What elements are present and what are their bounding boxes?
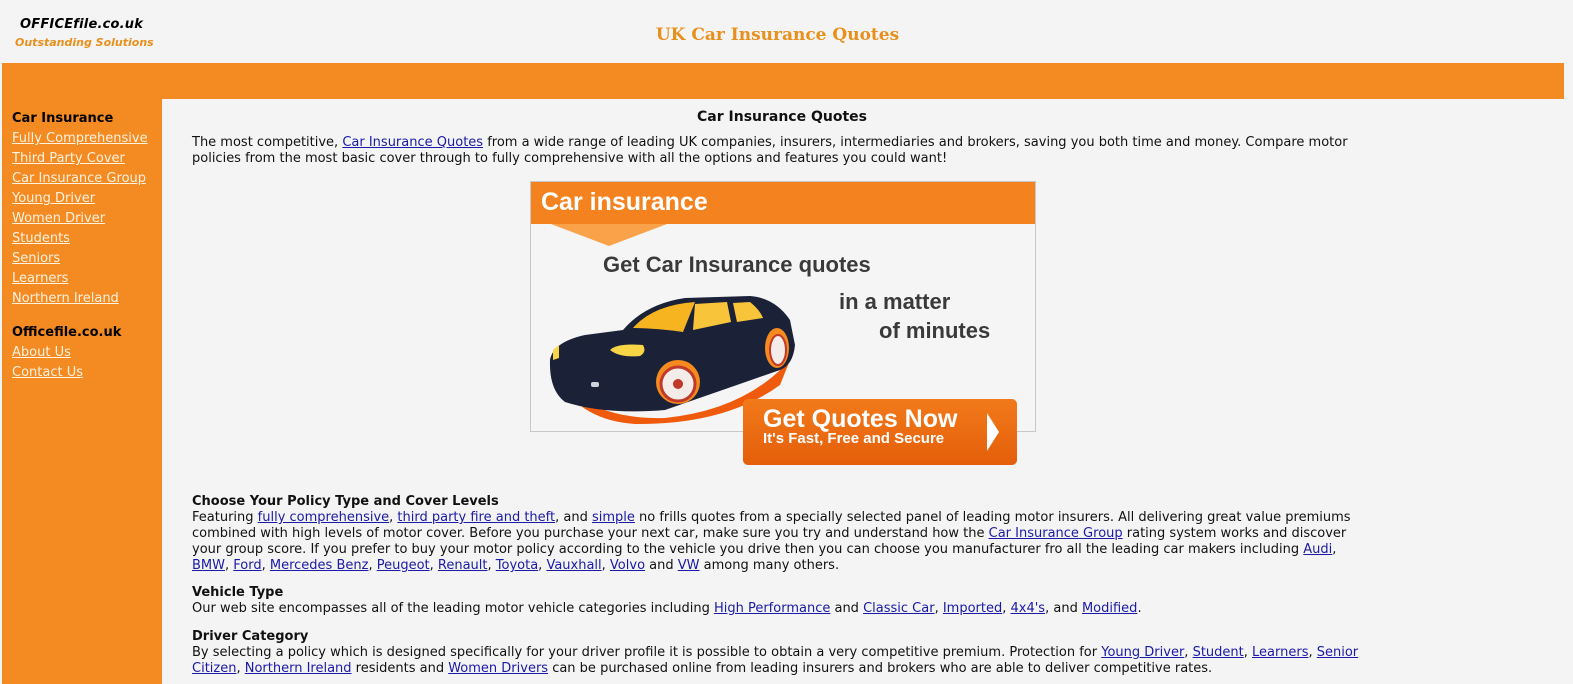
vehicle-section: Vehicle Type Our web site encompasses al… (192, 585, 1372, 617)
maker-link-toyota[interactable]: Toyota (496, 558, 538, 573)
text: , and (555, 510, 592, 525)
banner-tagline: Get Car Insurance quotes (603, 252, 871, 277)
third-party-fire-theft-link[interactable]: third party fire and theft (397, 510, 555, 525)
separator: , (1332, 542, 1337, 557)
sidebar-item-northern-ireland[interactable]: Northern Ireland (12, 291, 162, 311)
intro-paragraph: The most competitive, Car Insurance Quot… (192, 135, 1372, 167)
vehicle-heading: Vehicle Type (192, 585, 284, 600)
high-performance-link[interactable]: High Performance (714, 601, 830, 616)
sidebar: Car Insurance Fully Comprehensive Third … (2, 99, 162, 684)
sidebar-item-contact-us[interactable]: Contact Us (12, 365, 162, 385)
maker-link-peugeot[interactable]: Peugeot (377, 558, 430, 573)
separator: , (1002, 601, 1011, 616)
maker-link-ford[interactable]: Ford (233, 558, 261, 573)
sidebar-item-young-driver[interactable]: Young Driver (12, 191, 162, 211)
sidebar-heading-car-insurance: Car Insurance (12, 111, 114, 126)
separator: , (601, 558, 610, 573)
separator: , (934, 601, 943, 616)
text: among many others. (699, 558, 840, 573)
intro-text: The most competitive, (192, 135, 343, 150)
text: and (830, 601, 864, 616)
women-drivers-link[interactable]: Women Drivers (448, 661, 548, 676)
text: Our web site encompasses all of the lead… (192, 601, 714, 616)
banner-pointer-shape (551, 224, 667, 246)
maker-link-mercedes-benz[interactable]: Mercedes Benz (270, 558, 369, 573)
driver-heading: Driver Category (192, 629, 309, 644)
northern-ireland-link[interactable]: Northern Ireland (245, 661, 352, 676)
maker-link-audi[interactable]: Audi (1303, 542, 1332, 557)
main-content: Car Insurance Quotes The most competitiv… (162, 99, 1573, 684)
separator: , (1308, 645, 1317, 660)
driver-paragraph: By selecting a policy which is designed … (192, 645, 1372, 677)
separator: , (368, 558, 377, 573)
sidebar-item-fully-comprehensive[interactable]: Fully Comprehensive (12, 131, 162, 151)
sidebar-item-women-driver[interactable]: Women Driver (12, 211, 162, 231)
policy-paragraph: Featuring fully comprehensive, third par… (192, 510, 1372, 574)
text: , and (1045, 601, 1082, 616)
fully-comprehensive-link[interactable]: fully comprehensive (258, 510, 390, 525)
sidebar-item-seniors[interactable]: Seniors (12, 251, 162, 271)
car-front-hub (673, 379, 683, 389)
page-title: Car Insurance Quotes (697, 109, 867, 125)
modified-link[interactable]: Modified (1082, 601, 1137, 616)
site-title: UK Car Insurance Quotes (655, 25, 900, 45)
4x4-link[interactable]: 4x4's (1011, 601, 1046, 616)
imported-link[interactable]: Imported (943, 601, 1002, 616)
maker-link-renault[interactable]: Renault (438, 558, 488, 573)
maker-link-volvo[interactable]: Volvo (610, 558, 645, 573)
sidebar-heading-officefile: Officefile.co.uk (12, 325, 122, 340)
car-insurance-quotes-link[interactable]: Car Insurance Quotes (342, 135, 483, 150)
sidebar-item-learners[interactable]: Learners (12, 271, 162, 291)
car-headlight-left (553, 345, 559, 360)
banner-subtagline-1: in a matter (839, 289, 951, 314)
banner-subtagline-2: of minutes (879, 318, 991, 343)
separator: , (261, 558, 270, 573)
car-rear-wheel (769, 334, 787, 366)
policy-section: Choose Your Policy Type and Cover Levels… (192, 494, 1372, 574)
maker-link-bmw[interactable]: BMW (192, 558, 225, 573)
sidebar-item-car-insurance-group[interactable]: Car Insurance Group (12, 171, 162, 191)
text: can be purchased online from leading ins… (548, 661, 1213, 676)
separator: , (236, 661, 245, 676)
car-insurance-banner[interactable]: Car insurance Get Car Insurance quotes i… (530, 181, 1036, 465)
maker-link-vw[interactable]: VW (678, 558, 700, 573)
young-driver-link[interactable]: Young Driver (1101, 645, 1184, 660)
car-insurance-group-link[interactable]: Car Insurance Group (989, 526, 1123, 541)
separator: , (1243, 645, 1253, 660)
separator: , (1184, 645, 1193, 660)
car-fog-light (591, 382, 599, 387)
classic-car-link[interactable]: Classic Car (863, 601, 934, 616)
simple-link[interactable]: simple (592, 510, 635, 525)
sidebar-item-third-party-cover[interactable]: Third Party Cover (12, 151, 162, 171)
header-bar (2, 63, 1564, 99)
banner-heading: Car insurance (531, 182, 1035, 224)
vehicle-paragraph: Our web site encompasses all of the lead… (192, 601, 1372, 617)
cta-main-label: Get Quotes Now (763, 405, 958, 433)
text: By selecting a policy which is designed … (192, 645, 1102, 660)
cta-sub-label: It's Fast, Free and Secure (763, 430, 945, 447)
maker-link-vauxhall[interactable]: Vauxhall (546, 558, 601, 573)
text: Featuring (192, 510, 258, 525)
separator: , (487, 558, 496, 573)
separator: and (645, 558, 678, 573)
sidebar-item-students[interactable]: Students (12, 231, 162, 251)
get-quotes-now-button[interactable]: Get Quotes Now It's Fast, Free and Secur… (743, 399, 1017, 465)
policy-heading: Choose Your Policy Type and Cover Levels (192, 494, 499, 509)
text: residents and (351, 661, 449, 676)
driver-section: Driver Category By selecting a policy wh… (192, 629, 1372, 677)
student-link[interactable]: Student (1193, 645, 1244, 660)
sidebar-item-about-us[interactable]: About Us (12, 345, 162, 365)
chevron-right-icon (987, 413, 999, 451)
text: . (1137, 601, 1142, 616)
learners-link[interactable]: Learners (1252, 645, 1308, 660)
separator: , (429, 558, 438, 573)
